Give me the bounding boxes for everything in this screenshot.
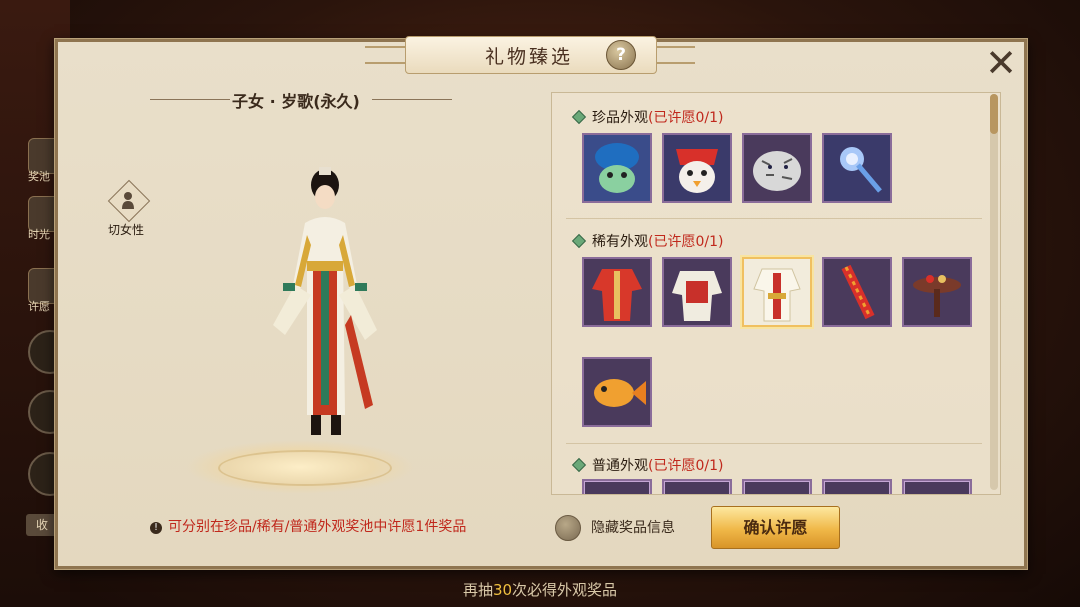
reward-slot-red-white-mask[interactable] [662,133,732,203]
reward-slot-common-2[interactable] [662,479,732,494]
diamond-bullet-icon [571,109,587,125]
title-bar: 礼物臻选 ? [365,36,695,74]
warning-icon: ! [150,522,162,534]
person-icon [122,192,134,209]
help-icon[interactable]: ? [606,40,636,70]
robe-icon [584,259,650,325]
reward-slot-tea-table[interactable] [902,257,972,327]
section-header-common: 普通外观(已许愿0/1) [571,455,724,475]
reward-slot-golden-fish[interactable] [582,357,652,427]
confirm-wish-button[interactable]: 确认许愿 [711,506,840,549]
section-header-precious: 珍品外观(已许愿0/1) [571,107,724,127]
section-status: (已许愿0/1) [648,458,724,474]
section-header-rare: 稀有外观(已许愿0/1) [571,231,724,251]
section-divider [566,443,982,444]
ornament-line-right [372,99,452,100]
tiger-icon [744,135,810,201]
page-title: 礼物臻选 [485,46,574,68]
switch-gender-label: 切女性 [108,223,145,237]
reward-slot-common-4[interactable] [822,479,892,494]
wish-hint: ! 可分别在珍品/稀有/普通外观奖池中许愿1件奖品 [150,516,466,536]
banner-prefix: 再抽 [462,581,493,599]
section-status: (已许愿0/1) [648,110,724,126]
crystal-staff-icon [824,135,890,201]
pedestal-ring [218,450,392,486]
section-status: (已许愿0/1) [648,234,724,250]
reward-slot-white-tiger[interactable] [742,133,812,203]
outfit-icon [664,259,730,325]
diamond-bullet-icon [571,457,587,473]
reward-slot-common-3[interactable] [742,479,812,494]
wish-hint-text: 可分别在珍品/稀有/普通外观奖池中许愿1件奖品 [168,519,467,535]
character-name-row: 子女 · 岁歌(永久) [150,88,452,112]
reward-slot-red-robe[interactable] [582,257,652,327]
scrollbar-track[interactable] [990,94,998,490]
scrollbar-thumb[interactable] [990,94,998,134]
reward-slot-selected-outfit[interactable] [742,257,812,327]
ornament-line-left [150,99,230,100]
sidebar-label-3: 许愿 [28,300,50,313]
reward-slot-common-1[interactable] [582,479,652,494]
mask-icon [664,135,730,201]
banner-suffix: 次必得外观奖品 [512,581,618,599]
section-title: 珍品外观 [592,110,648,126]
switch-gender-button[interactable]: 切女性 [107,179,154,240]
character-name: 子女 · 岁歌(永久) [232,92,360,111]
reward-slot-crystal-staff[interactable] [822,133,892,203]
hide-info-label: 隐藏奖品信息 [591,520,675,536]
selected-outfit-icon [744,259,810,325]
reward-slot-firecrackers[interactable] [822,257,892,327]
sidebar-label-2: 时光 [28,228,50,241]
reward-slot-white-red-outfit[interactable] [662,257,732,327]
fish-icon [584,359,650,425]
reward-slot-common-5[interactable] [902,479,972,494]
tea-table-icon [904,259,970,325]
hide-info-toggle[interactable] [555,515,581,541]
section-divider [566,218,982,219]
section-title: 稀有外观 [592,234,648,250]
reward-slot-blue-hat-frog[interactable] [582,133,652,203]
banner-count: 30 [492,581,513,599]
guarantee-banner: 再抽30次必得外观奖品 [0,574,1080,607]
sidebar-label-1: 奖池 [28,170,50,183]
close-icon[interactable]: ✕ [980,42,1022,84]
firecracker-icon [824,259,890,325]
character-model [273,167,377,435]
reward-list[interactable]: 珍品外观(已许愿0/1) 稀有外观(已许愿0/1) 普通外观(已许愿0/1) [551,92,1001,495]
diamond-bullet-icon [571,233,587,249]
frog-hat-icon [584,135,650,201]
section-title: 普通外观 [592,458,648,474]
